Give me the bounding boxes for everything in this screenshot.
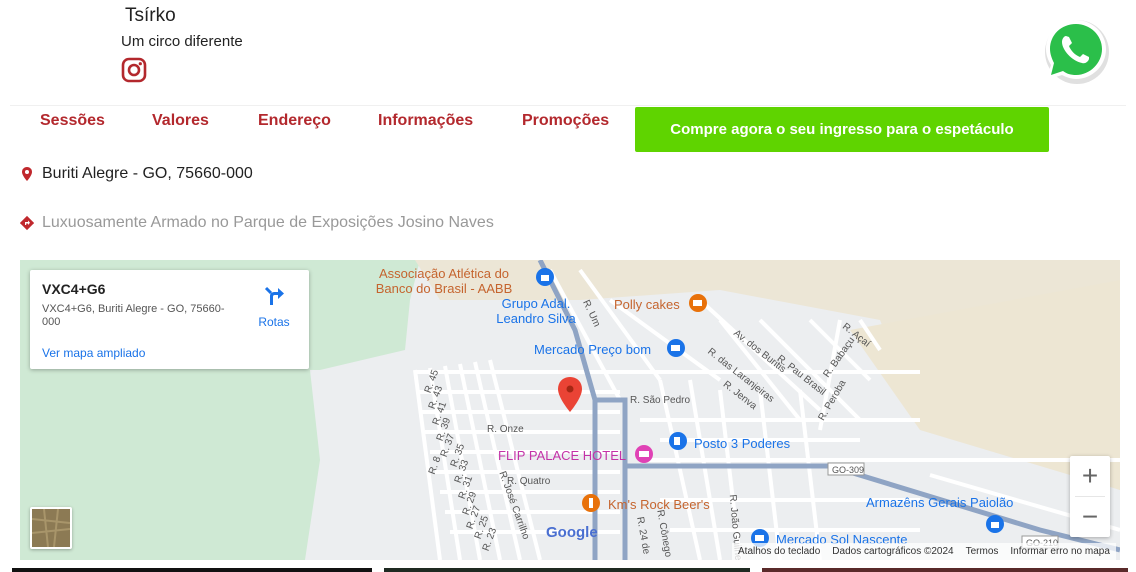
next-section-strip [384,568,750,572]
place-polly[interactable]: Polly cakes [614,297,680,312]
page: Tsírko Um circo diferente Sessões Valore… [0,0,1136,572]
location-pin-icon [22,167,32,181]
nav-sessoes[interactable]: Sessões [40,112,105,130]
view-larger-map-link[interactable]: Ver mapa ampliado [42,346,145,360]
brand-subtitle: Um circo diferente [121,33,243,50]
info-card-address: VXC4+G6, Buriti Alegre - GO, 75660-000 [42,303,225,328]
instagram-icon[interactable] [121,57,147,83]
address-sub-text: Luxuosamente Armado no Parque de Exposiç… [42,214,494,231]
keyboard-shortcuts-link[interactable]: Atalhos do teclado [738,546,820,557]
map-attribution: Atalhos do teclado Dados cartográficos ©… [732,543,1116,560]
terms-link[interactable]: Termos [966,546,999,557]
address-sub: Luxuosamente Armado no Parque de Exposiç… [20,214,494,232]
google-logo: Google [546,524,598,541]
report-error-link[interactable]: Informar erro no mapa [1010,546,1110,557]
street-label: R. Onze [487,424,524,435]
nav-promocoes[interactable]: Promoções [522,112,609,130]
directions-icon [20,215,34,231]
address-main-text: Buriti Alegre - GO, 75660-000 [42,165,253,182]
map-info-card: VXC4+G6 VXC4+G6, Buriti Alegre - GO, 756… [30,270,309,369]
directions-label: Rotas [258,315,290,329]
place-aabb[interactable]: Associação Atlética do Banco do Brasil -… [369,266,519,296]
satellite-toggle[interactable] [30,507,72,549]
place-posto[interactable]: Posto 3 Poderes [694,436,790,451]
place-armazens[interactable]: Armazêns Gerais Paiolão [866,495,1013,510]
route-icon [264,286,284,305]
address-main: Buriti Alegre - GO, 75660-000 [20,165,253,183]
next-section-strip [762,568,1128,572]
zoom-controls: + − [1070,456,1110,537]
whatsapp-icon[interactable] [1040,14,1112,86]
directions-button[interactable]: Rotas [254,284,294,329]
zoom-out-button[interactable]: − [1070,497,1110,537]
next-section-strip [12,568,372,572]
info-card-title: VXC4+G6 [42,281,106,297]
zoom-in-button[interactable]: + [1070,456,1110,496]
street-label: R. São Pedro [630,395,691,406]
road-shield-go309: GO-309 [832,465,865,475]
nav-informacoes[interactable]: Informações [378,112,473,130]
street-label: R. Quatro [507,476,551,487]
nav-endereco[interactable]: Endereço [258,112,331,130]
place-grupo[interactable]: Grupo Adal. Leandro Silva [486,296,586,326]
place-mercado-preco[interactable]: Mercado Preço bom [534,342,651,357]
brand-title: Tsírko [125,5,176,26]
nav-valores[interactable]: Valores [152,112,209,130]
place-flip-hotel[interactable]: FLIP PALACE HOTEL [498,448,626,463]
buy-ticket-button[interactable]: Compre agora o seu ingresso para o espet… [635,107,1049,152]
map-data-text: Dados cartográficos ©2024 [832,546,954,557]
map[interactable]: Associação Atlética do Banco do Brasil -… [20,260,1120,560]
satellite-thumbnail-icon [31,508,71,548]
header-divider [10,105,1126,106]
